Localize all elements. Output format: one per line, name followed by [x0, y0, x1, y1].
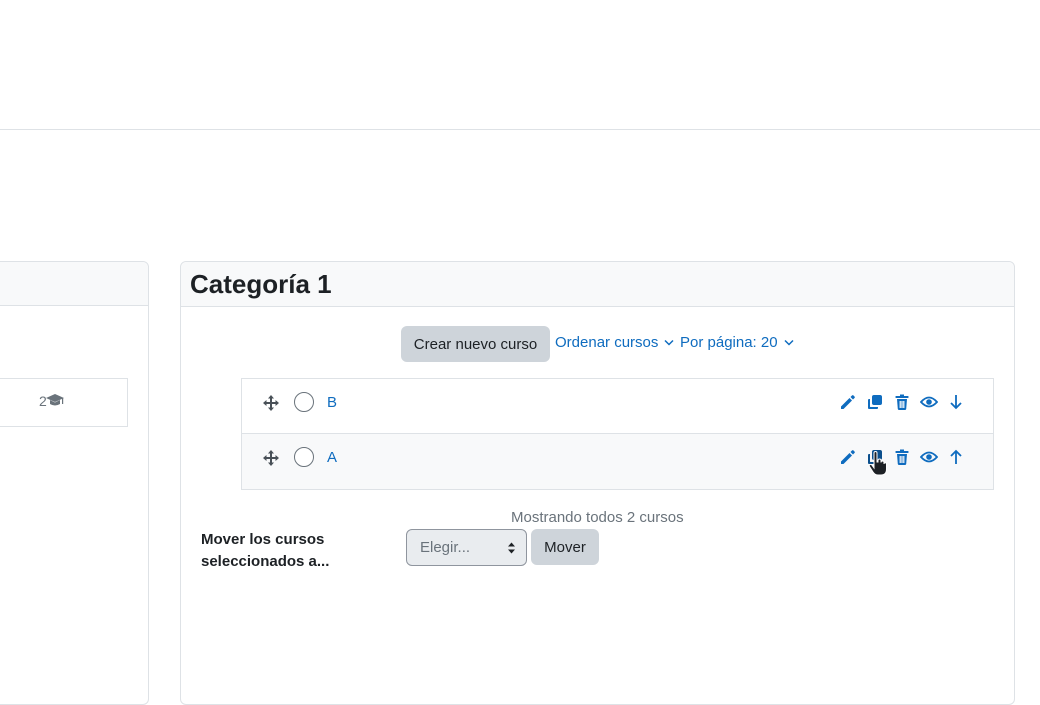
category-list-item[interactable]: 2	[0, 378, 128, 427]
visibility-button[interactable]	[920, 392, 947, 412]
select-placeholder: Elegir...	[420, 539, 471, 556]
copy-icon	[868, 450, 882, 464]
course-count-summary: Mostrando todos 2 cursos	[511, 509, 684, 526]
course-select-checkbox[interactable]	[294, 447, 314, 467]
eye-icon	[920, 396, 938, 408]
trash-icon	[895, 449, 909, 465]
course-row: B	[242, 379, 993, 434]
create-course-button[interactable]: Crear nuevo curso	[401, 326, 550, 362]
trash-icon	[895, 394, 909, 410]
sort-courses-label: Ordenar cursos	[555, 334, 659, 351]
copy-button[interactable]	[866, 447, 893, 467]
category-header: Categoría 1	[181, 262, 1014, 307]
select-caret-icon	[508, 542, 515, 554]
arrow-down-icon	[950, 395, 962, 410]
copy-icon	[868, 395, 882, 409]
copy-button[interactable]	[866, 392, 893, 412]
category-list-panel	[0, 261, 149, 705]
pencil-icon	[841, 450, 855, 464]
arrow-up-icon	[950, 449, 962, 464]
visibility-button[interactable]	[920, 447, 947, 467]
pencil-icon	[841, 395, 855, 409]
move-handle-icon[interactable]	[262, 394, 280, 412]
eye-icon	[920, 451, 938, 463]
course-actions	[839, 392, 974, 412]
move-up-button[interactable]	[947, 447, 974, 467]
edit-button[interactable]	[839, 447, 866, 467]
graduation-cap-icon	[45, 394, 64, 406]
move-handle-icon[interactable]	[262, 449, 280, 467]
chevron-down-icon	[784, 339, 794, 346]
delete-button[interactable]	[893, 392, 920, 412]
edit-button[interactable]	[839, 392, 866, 412]
sort-courses-dropdown[interactable]: Ordenar cursos	[555, 334, 674, 351]
course-list: B A	[241, 378, 994, 490]
course-name-link[interactable]: B	[327, 394, 337, 411]
delete-button[interactable]	[893, 447, 920, 467]
destination-category-select[interactable]: Elegir...	[406, 529, 527, 566]
category-courses-panel: Categoría 1 Crear nuevo curso Ordenar cu…	[180, 261, 1015, 705]
chevron-down-icon	[664, 339, 674, 346]
course-name-link[interactable]: A	[327, 449, 337, 466]
header-divider	[0, 129, 1040, 130]
move-button[interactable]: Mover	[531, 529, 599, 565]
course-count: 2	[39, 393, 65, 409]
course-select-checkbox[interactable]	[294, 392, 314, 412]
per-page-label: Por página: 20	[680, 334, 778, 351]
move-down-button[interactable]	[947, 392, 974, 412]
category-title: Categoría 1	[190, 269, 332, 299]
move-courses-label: Mover los cursos seleccionados a...	[201, 531, 330, 570]
category-list-header	[0, 262, 148, 306]
course-actions	[839, 447, 974, 467]
course-row: A	[242, 434, 993, 489]
per-page-dropdown[interactable]: Por página: 20	[680, 334, 794, 351]
